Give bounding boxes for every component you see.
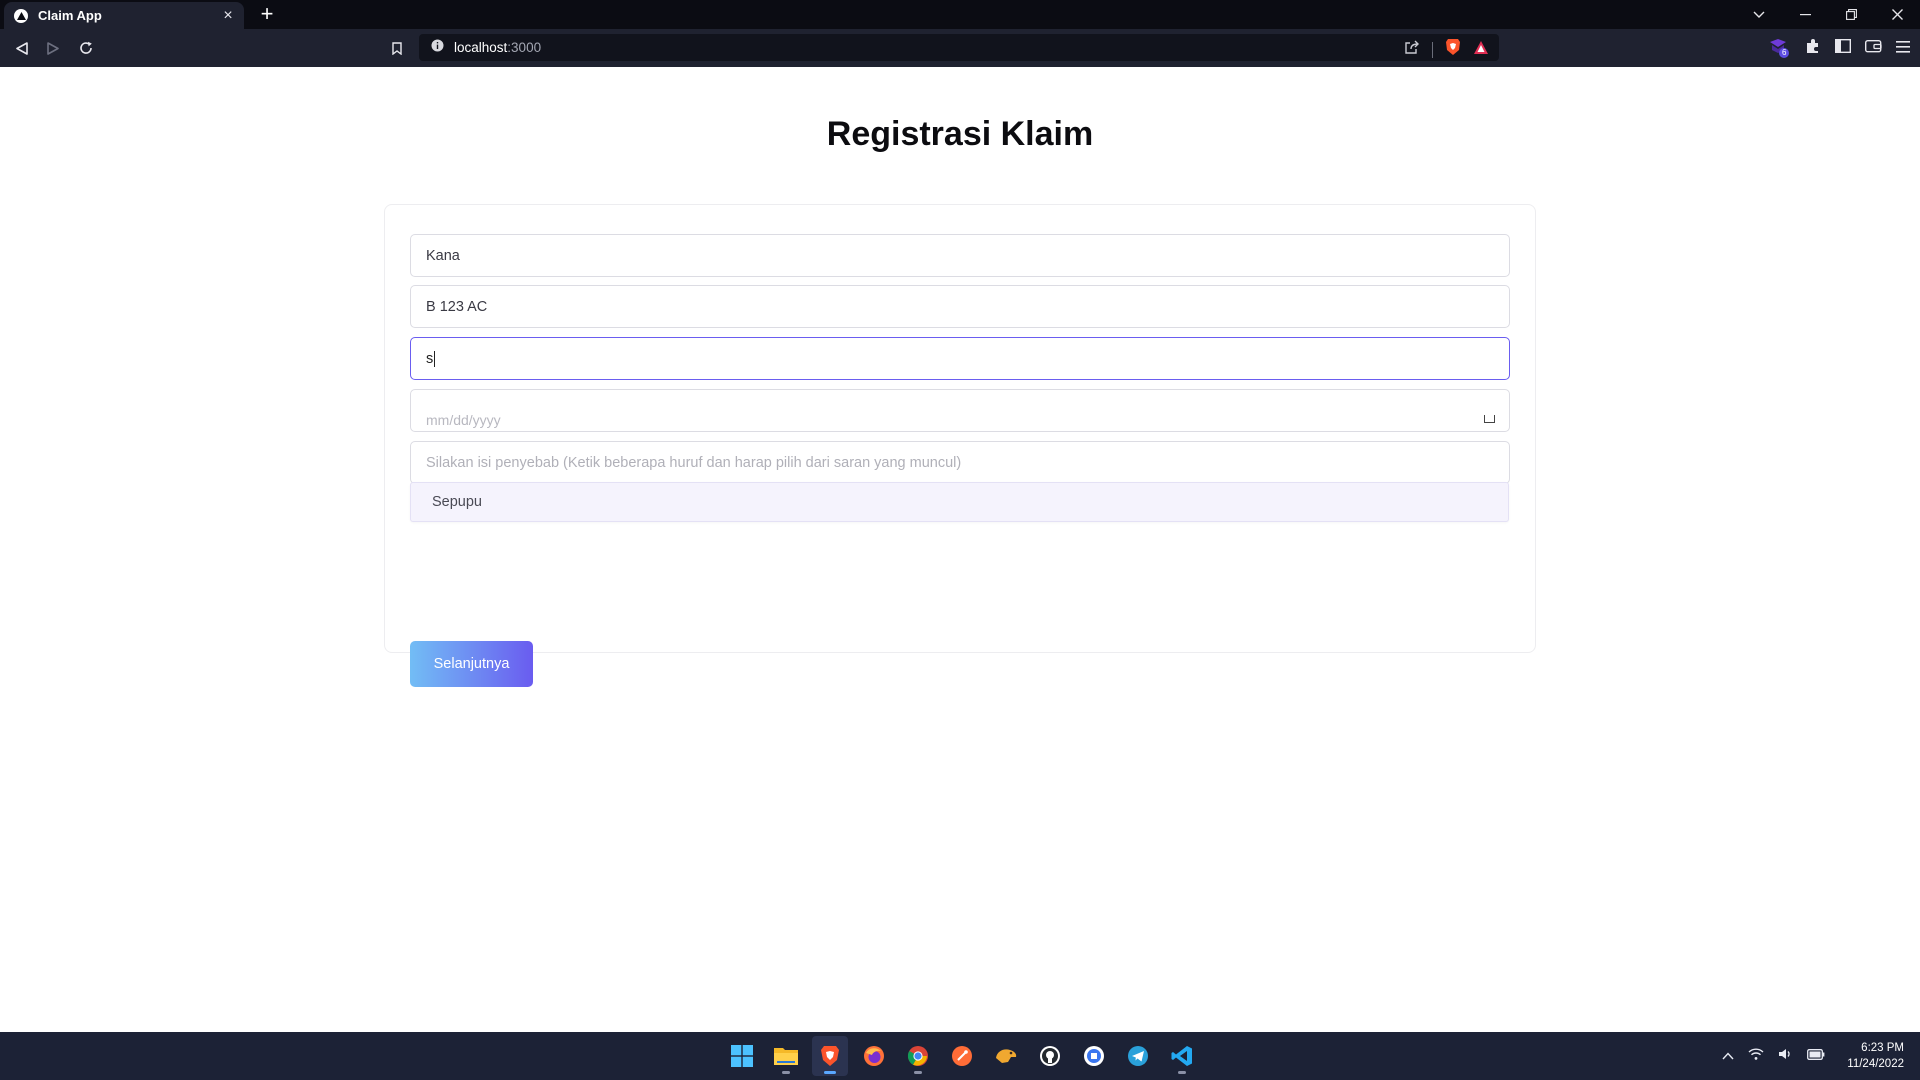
sidebar-icon[interactable] <box>1834 38 1852 58</box>
firefox-icon[interactable] <box>856 1036 892 1076</box>
address-separator <box>1432 41 1433 58</box>
chevron-up-icon[interactable] <box>1722 1047 1734 1065</box>
cause-input-placeholder: Silakan isi penyebab (Ketik beberapa hur… <box>426 454 962 471</box>
back-icon[interactable] <box>12 38 32 58</box>
extension-icon[interactable]: 6 <box>1769 38 1791 59</box>
telegram-icon[interactable] <box>1120 1036 1156 1076</box>
relation-input[interactable]: s <box>410 337 1510 380</box>
puzzle-icon[interactable] <box>1805 38 1821 59</box>
close-window-icon[interactable] <box>1874 0 1920 29</box>
github-desktop-icon[interactable] <box>1032 1036 1068 1076</box>
dbeaver-icon[interactable] <box>988 1036 1024 1076</box>
forward-icon[interactable] <box>43 38 63 58</box>
wallet-icon[interactable] <box>1864 39 1882 58</box>
page-content: Registrasi Klaim Kana B 123 AC s mm/dd/y… <box>0 67 1920 1032</box>
brave-shields-icon[interactable] <box>1445 38 1461 61</box>
app-favicon-icon <box>14 8 28 23</box>
name-input-value: Kana <box>426 247 460 264</box>
reload-icon[interactable] <box>76 38 96 58</box>
page-title: Registrasi Klaim <box>826 115 1094 153</box>
tab-close-icon[interactable]: × <box>220 7 236 24</box>
vscode-icon[interactable] <box>1164 1036 1200 1076</box>
address-bar[interactable]: localhost :3000 <box>419 34 1499 61</box>
file-explorer-icon[interactable] <box>768 1036 804 1076</box>
cause-input[interactable]: Silakan isi penyebab (Ketik beberapa hur… <box>410 441 1510 484</box>
extension-icons: 6 <box>1769 38 1910 59</box>
site-info-icon[interactable] <box>431 39 444 57</box>
tab-search-icon[interactable] <box>1736 0 1782 29</box>
calendar-icon[interactable] <box>1484 415 1495 423</box>
volume-icon[interactable] <box>1778 1047 1793 1065</box>
date-input-mask: mm/dd/yyyy <box>426 411 501 428</box>
browser-tab-bar: Claim App × + <box>0 0 1920 29</box>
system-tray: 6:23 PM 11/24/2022 <box>1722 1032 1904 1080</box>
url-host: localhost <box>454 40 508 55</box>
running-indicator <box>914 1071 922 1074</box>
postman-icon[interactable] <box>944 1036 980 1076</box>
windows-start-icon[interactable] <box>724 1036 760 1076</box>
running-indicator <box>1178 1071 1186 1074</box>
taskbar-clock[interactable]: 6:23 PM 11/24/2022 <box>1847 1040 1904 1072</box>
date-input[interactable]: mm/dd/yyyy <box>410 389 1510 432</box>
chrome-icon[interactable] <box>900 1036 936 1076</box>
next-button[interactable]: Selanjutnya <box>410 641 533 687</box>
plate-number-input[interactable]: B 123 AC <box>410 285 1510 328</box>
minimize-icon[interactable] <box>1782 0 1828 29</box>
autocomplete-suggestion[interactable]: Sepupu <box>410 482 1509 522</box>
browser-tab[interactable]: Claim App × <box>4 2 244 29</box>
restore-icon[interactable] <box>1828 0 1874 29</box>
windows-taskbar: 6:23 PM 11/24/2022 <box>0 1032 1920 1080</box>
window-controls <box>1736 0 1920 29</box>
brave-rewards-icon[interactable] <box>1473 40 1489 60</box>
taskbar-apps <box>724 1032 1200 1080</box>
address-bar-actions <box>1404 38 1489 61</box>
signal-icon[interactable] <box>1076 1036 1112 1076</box>
share-icon[interactable] <box>1404 39 1420 60</box>
menu-icon[interactable] <box>1896 40 1910 58</box>
plate-number-value: B 123 AC <box>426 298 488 315</box>
clock-time: 6:23 PM <box>1861 1042 1904 1054</box>
text-caret <box>434 350 436 367</box>
bookmark-icon[interactable] <box>387 38 407 58</box>
relation-input-value: s <box>426 350 434 367</box>
browser-toolbar: localhost :3000 6 <box>0 29 1920 67</box>
url-port: :3000 <box>507 40 542 55</box>
wifi-icon[interactable] <box>1748 1047 1764 1065</box>
running-indicator <box>782 1071 790 1074</box>
new-tab-icon[interactable]: + <box>256 3 278 25</box>
brave-browser-icon[interactable] <box>812 1036 848 1076</box>
battery-icon[interactable] <box>1807 1047 1825 1065</box>
tab-title: Claim App <box>38 8 102 23</box>
claim-form-card: Kana B 123 AC s mm/dd/yyyy Silakan isi p… <box>384 204 1536 687</box>
active-indicator <box>824 1071 836 1074</box>
clock-date: 11/24/2022 <box>1847 1058 1904 1070</box>
extension-badge: 6 <box>1779 47 1790 58</box>
name-input[interactable]: Kana <box>410 234 1510 277</box>
